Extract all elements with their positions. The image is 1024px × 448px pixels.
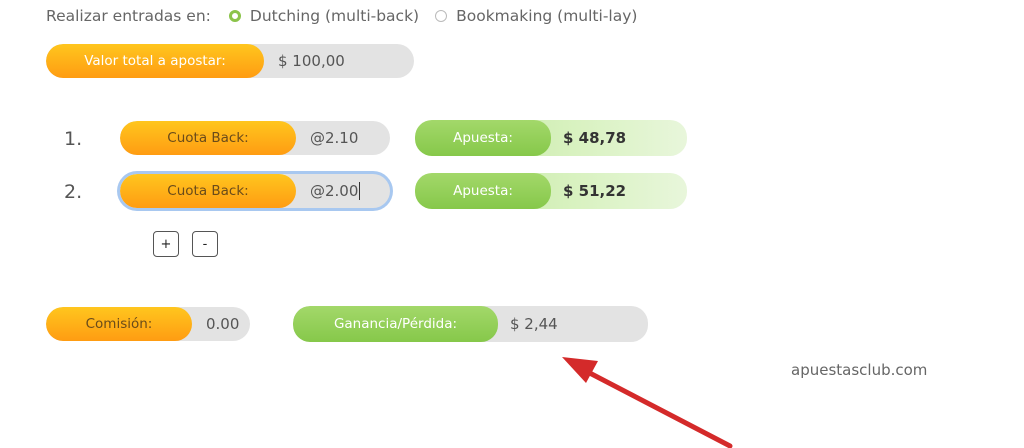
total-stake-field[interactable]: Valor total a apostar: $ 100,00 bbox=[46, 44, 414, 78]
radio-selected-icon[interactable] bbox=[228, 10, 241, 22]
row-number: 2. bbox=[64, 181, 83, 203]
site-brand: apuestasclub.com bbox=[791, 361, 928, 379]
stake-value-1: $ 48,78 bbox=[563, 129, 627, 147]
odds-input-1[interactable]: @2.10 bbox=[296, 129, 358, 147]
odds-label-2: Cuota Back: bbox=[120, 174, 296, 208]
stake-field-2: Apuesta: $ 51,22 bbox=[415, 173, 687, 209]
odds-input-2-text[interactable]: @2.00 bbox=[310, 182, 358, 200]
odds-field-1[interactable]: Cuota Back: @2.10 bbox=[120, 121, 390, 155]
remove-row-button[interactable]: - bbox=[192, 231, 218, 257]
radio-bookmaking-label[interactable]: Bookmaking (multi-lay) bbox=[456, 7, 637, 25]
stake-label-2: Apuesta: bbox=[415, 173, 551, 209]
radio-bookmaking[interactable]: Bookmaking (multi-lay) bbox=[435, 7, 637, 25]
odds-input-2[interactable]: @2.00 bbox=[296, 182, 361, 201]
total-stake-label: Valor total a apostar: bbox=[46, 44, 264, 78]
commission-label: Comisión: bbox=[46, 307, 192, 341]
entry-mode-selector: Realizar entradas en: Dutching (multi-ba… bbox=[46, 4, 653, 28]
radio-dutching[interactable]: Dutching (multi-back) bbox=[228, 7, 419, 25]
odds-field-2[interactable]: Cuota Back: @2.00 bbox=[120, 174, 390, 208]
stake-field-1: Apuesta: $ 48,78 bbox=[415, 120, 687, 156]
odds-label-1: Cuota Back: bbox=[120, 121, 296, 155]
entry-mode-label: Realizar entradas en: bbox=[46, 7, 211, 25]
row-number: 1. bbox=[64, 128, 83, 150]
stake-value-2: $ 51,22 bbox=[563, 182, 627, 200]
red-arrow-icon bbox=[562, 357, 733, 448]
text-caret bbox=[359, 182, 361, 201]
commission-input[interactable]: 0.00 bbox=[192, 315, 239, 333]
profit-loss-value: $ 2,44 bbox=[510, 315, 558, 333]
total-stake-input[interactable]: $ 100,00 bbox=[264, 52, 345, 70]
stake-label-1: Apuesta: bbox=[415, 120, 551, 156]
add-row-button[interactable]: + bbox=[153, 231, 179, 257]
commission-field[interactable]: Comisión: 0.00 bbox=[46, 307, 250, 341]
profit-loss-field: Ganancia/Pérdida: $ 2,44 bbox=[293, 306, 648, 342]
radio-dutching-label[interactable]: Dutching (multi-back) bbox=[250, 7, 419, 25]
profit-loss-label: Ganancia/Pérdida: bbox=[293, 306, 498, 342]
radio-unselected-icon[interactable] bbox=[435, 10, 448, 22]
